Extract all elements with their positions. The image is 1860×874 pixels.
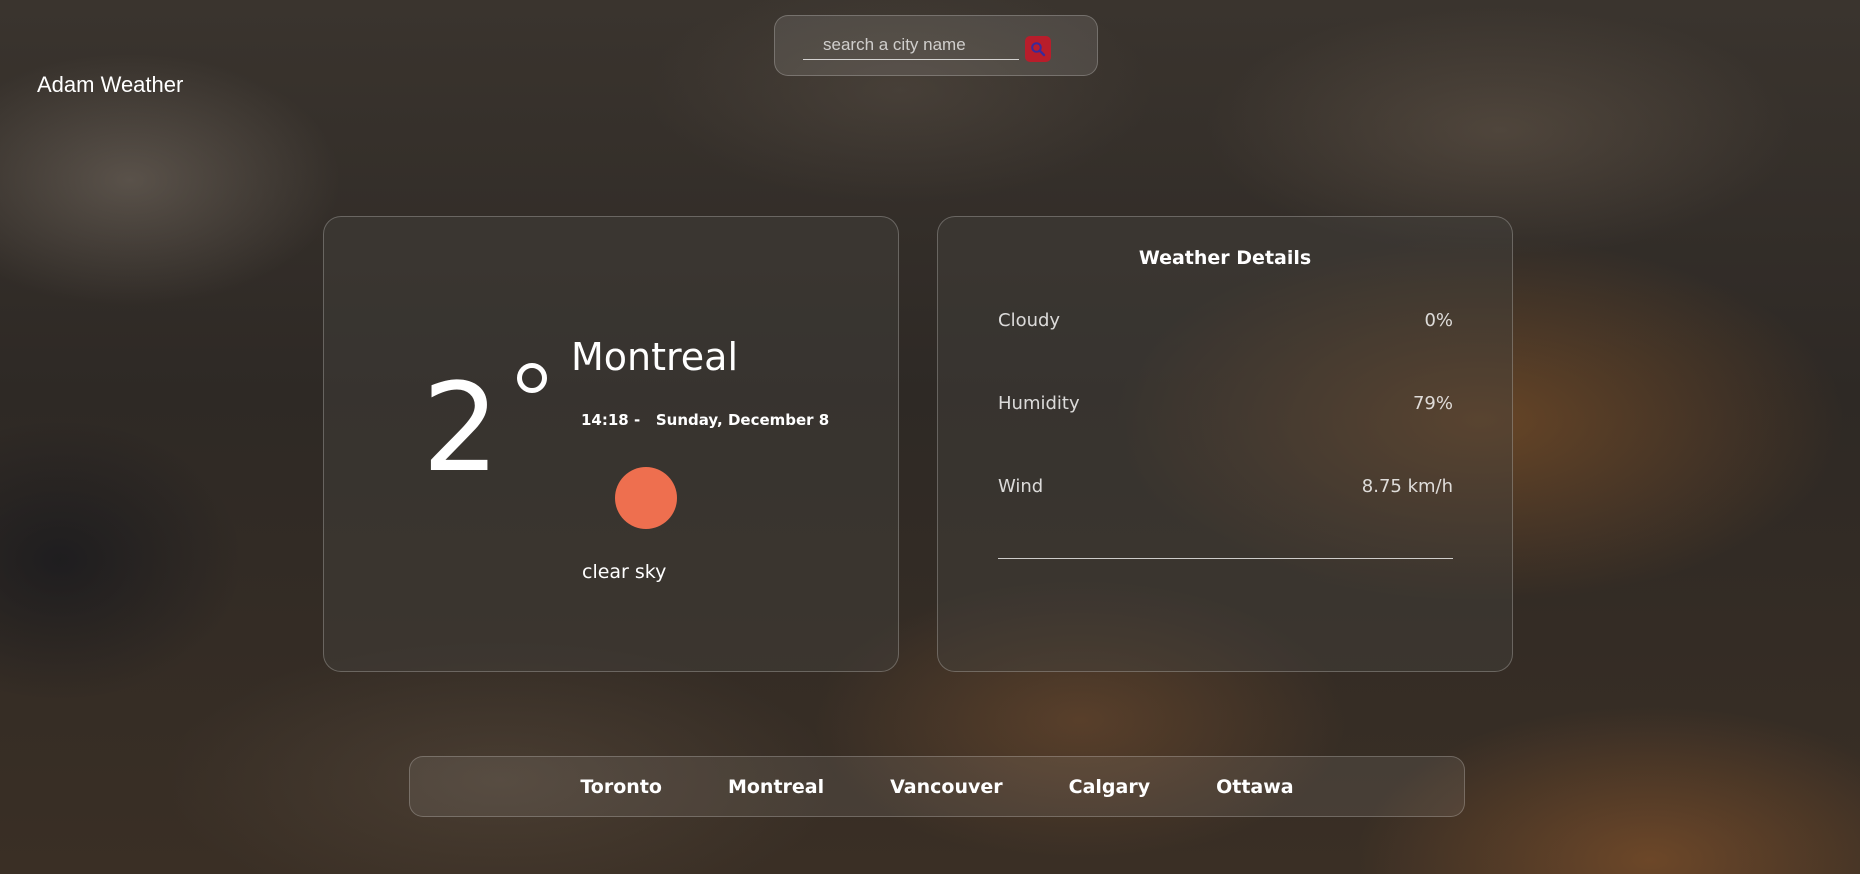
city-link-toronto[interactable]: Toronto — [580, 776, 662, 798]
detail-value: 8.75 km/h — [1361, 476, 1453, 497]
detail-value: 0% — [1424, 310, 1453, 331]
search-button[interactable] — [1025, 36, 1051, 62]
weather-description: clear sky — [582, 561, 667, 583]
degree-symbol — [517, 363, 547, 393]
city-bar: Toronto Montreal Vancouver Calgary Ottaw… — [409, 756, 1465, 817]
city-link-ottawa[interactable]: Ottawa — [1216, 776, 1294, 798]
city-name: Montreal — [571, 335, 739, 379]
current-weather-card: 2 Montreal 14:18 - Sunday, December 8 cl… — [323, 216, 899, 672]
detail-label: Wind — [998, 476, 1044, 497]
app-brand: Adam Weather — [37, 72, 184, 97]
detail-label: Cloudy — [998, 310, 1061, 331]
city-link-calgary[interactable]: Calgary — [1069, 776, 1150, 798]
city-link-vancouver[interactable]: Vancouver — [890, 776, 1003, 798]
detail-value: 79% — [1412, 393, 1453, 414]
weather-details-card: Weather Details Cloudy 0% Humidity 79% W… — [937, 216, 1513, 672]
details-title: Weather Details — [1138, 247, 1312, 269]
detail-row-wind: Wind 8.75 km/h — [998, 476, 1453, 497]
detail-row-humidity: Humidity 79% — [998, 393, 1453, 414]
sun-icon — [615, 467, 677, 529]
temperature-value: 2 — [422, 357, 500, 499]
details-divider — [998, 558, 1453, 559]
date-time: 14:18 - Sunday, December 8 — [581, 411, 830, 429]
city-link-montreal[interactable]: Montreal — [728, 776, 824, 798]
search-bar — [774, 15, 1098, 76]
search-input[interactable] — [803, 30, 1019, 60]
search-icon — [1031, 42, 1046, 57]
detail-label: Humidity — [998, 393, 1080, 414]
detail-row-cloudy: Cloudy 0% — [998, 310, 1453, 331]
